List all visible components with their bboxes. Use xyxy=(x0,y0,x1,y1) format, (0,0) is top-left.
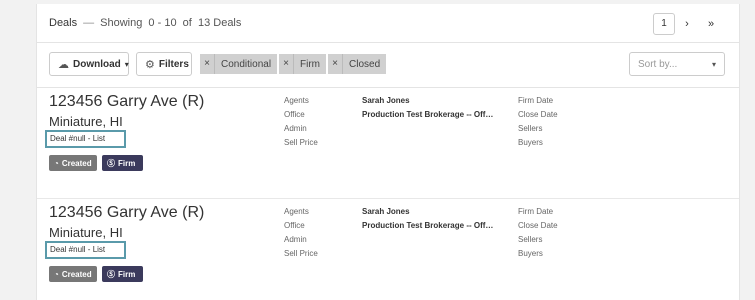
firm-date-label: Firm Date xyxy=(518,207,554,216)
deal-row[interactable]: 123456 Garry Ave (R) Miniature, HI Deal … xyxy=(37,88,739,199)
sort-placeholder: Sort by... xyxy=(638,58,678,70)
page-1-button[interactable]: 1 xyxy=(653,13,675,35)
remove-chip-icon[interactable]: × xyxy=(328,54,343,74)
deal-city: Miniature, HI xyxy=(49,225,123,240)
cloud-download-icon: ☁ xyxy=(58,58,69,71)
status-badge-created: ◔ Created xyxy=(49,266,97,282)
chevron-down-icon: ▾ xyxy=(124,59,129,69)
agents-label: Agents xyxy=(284,207,309,216)
admin-label: Admin xyxy=(284,124,307,133)
badge-label: Firm xyxy=(118,269,136,279)
deals-toolbar: ☁ Download ▾ ⚙ Filters × Conditional × F… xyxy=(37,43,739,88)
status-badge-firm: Ⓢ Firm xyxy=(102,266,143,282)
filter-chip-closed: × Closed xyxy=(328,54,387,74)
download-button[interactable]: ☁ Download ▾ xyxy=(49,52,129,76)
sort-select[interactable]: Sort by... ▾ xyxy=(629,52,725,76)
deal-row[interactable]: 123456 Garry Ave (R) Miniature, HI Deal … xyxy=(37,199,739,300)
filters-button[interactable]: ⚙ Filters xyxy=(136,52,192,76)
dollar-icon: Ⓢ xyxy=(107,158,115,168)
deal-address[interactable]: 123456 Garry Ave (R) xyxy=(49,204,204,222)
deal-city: Miniature, HI xyxy=(49,114,123,129)
status-badge-created: ◔ Created xyxy=(49,155,97,171)
clock-icon: ◔ xyxy=(54,269,59,279)
close-date-label: Close Date xyxy=(518,110,558,119)
last-page-button[interactable]: » xyxy=(699,18,723,30)
badge-label: Firm xyxy=(118,158,136,168)
buyers-label: Buyers xyxy=(518,249,543,258)
showing-count: Showing 0 - 10 of 13 Deals xyxy=(100,17,242,29)
chip-label: Conditional xyxy=(221,58,272,70)
deal-address[interactable]: 123456 Garry Ave (R) xyxy=(49,93,204,111)
sell-price-label: Sell Price xyxy=(284,249,318,258)
sellers-label: Sellers xyxy=(518,124,543,133)
clock-icon: ◔ xyxy=(54,158,59,168)
sellers-label: Sellers xyxy=(518,235,543,244)
filters-label: Filters xyxy=(158,58,189,70)
firm-date-label: Firm Date xyxy=(518,96,554,105)
agents-label: Agents xyxy=(284,96,309,105)
agent-value: Sarah Jones xyxy=(362,96,410,105)
download-label: Download xyxy=(73,58,121,70)
pagination: 1 › » xyxy=(653,13,723,35)
title-separator: — xyxy=(83,17,95,29)
remove-chip-icon[interactable]: × xyxy=(279,54,294,74)
sell-price-label: Sell Price xyxy=(284,138,318,147)
admin-label: Admin xyxy=(284,235,307,244)
deal-number: Deal #null - List xyxy=(45,130,126,148)
next-page-button[interactable]: › xyxy=(675,18,699,30)
buyers-label: Buyers xyxy=(518,138,543,147)
chevron-down-icon: ▾ xyxy=(711,59,716,69)
deals-header: Deals — Showing 0 - 10 of 13 Deals 1 › » xyxy=(37,4,739,43)
badge-label: Created xyxy=(61,158,92,168)
close-date-label: Close Date xyxy=(518,221,558,230)
gear-icon: ⚙ xyxy=(145,58,155,71)
chip-label: Closed xyxy=(349,58,381,70)
office-value: Production Test Brokerage -- Off… xyxy=(362,221,494,230)
dollar-icon: Ⓢ xyxy=(107,269,115,279)
remove-chip-icon[interactable]: × xyxy=(200,54,215,74)
agent-value: Sarah Jones xyxy=(362,207,410,216)
office-label: Office xyxy=(284,221,305,230)
deal-number: Deal #null - List xyxy=(45,241,126,259)
title-text: Deals xyxy=(49,17,78,29)
badge-label: Created xyxy=(61,269,92,279)
chip-label: Firm xyxy=(300,58,320,70)
page-title: Deals — Showing 0 - 10 of 13 Deals xyxy=(49,17,241,29)
status-badge-firm: Ⓢ Firm xyxy=(102,155,143,171)
filter-chip-firm: × Firm xyxy=(279,54,326,74)
office-label: Office xyxy=(284,110,305,119)
deals-panel: Deals — Showing 0 - 10 of 13 Deals 1 › » ☁… xyxy=(36,4,740,300)
office-value: Production Test Brokerage -- Off… xyxy=(362,110,494,119)
filter-chip-conditional: × Conditional xyxy=(200,54,278,74)
